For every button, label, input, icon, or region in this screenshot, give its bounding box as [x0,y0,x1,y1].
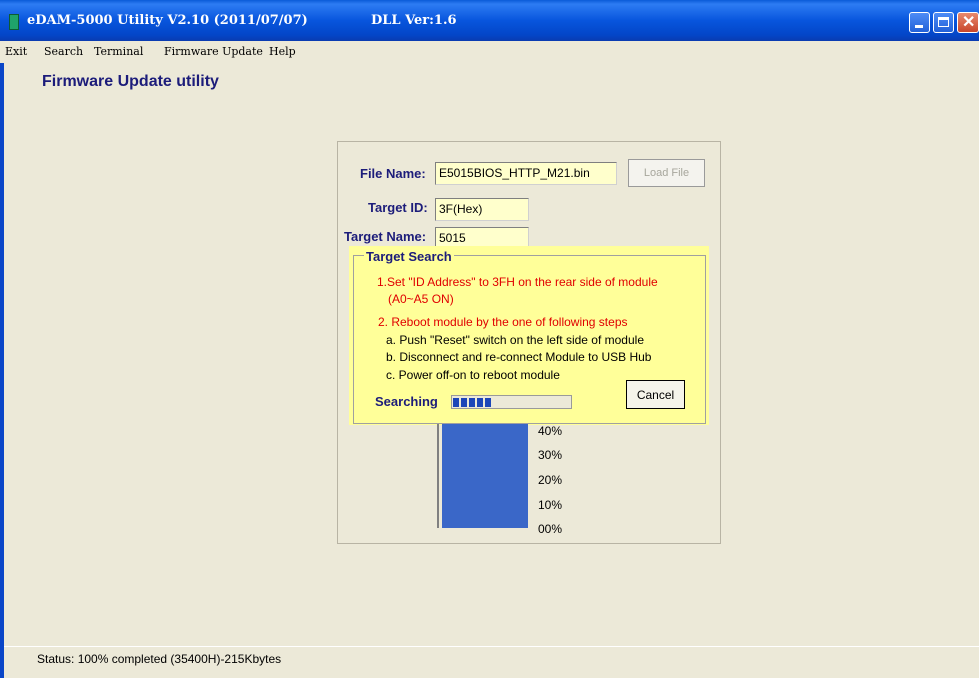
searching-block [469,398,475,407]
instruction-step-a: a. Push "Reset" switch on the left side … [386,333,644,347]
status-text: Status: 100% completed (35400H)-215Kbyte… [37,652,282,666]
load-file-button[interactable]: Load File [628,159,705,187]
target-id-label: Target ID: [368,200,428,215]
progress-label-20: 20% [538,473,563,487]
window-title: eDAM-5000 Utility V2.10 (2011/07/07) [27,13,308,28]
title-bar: eDAM-5000 Utility V2.10 (2011/07/07) DLL… [0,0,979,41]
instruction-line-2: 2. Reboot module by the one of following… [378,315,628,329]
minimize-icon [915,25,923,28]
progress-label-00: 00% [538,522,563,536]
menu-exit[interactable]: Exit [5,45,27,58]
close-button[interactable]: ✕ [957,12,979,33]
searching-label: Searching [375,394,438,409]
dll-version: DLL Ver:1.6 [371,13,457,28]
target-name-label: Target Name: [344,229,427,244]
target-search-title: Target Search [364,249,454,264]
target-id-field[interactable]: 3F(Hex) [435,198,529,221]
cancel-button[interactable]: Cancel [626,380,685,409]
instruction-step-c: c. Power off-on to reboot module [386,368,560,382]
app-icon [9,14,19,30]
progress-label-40: 40% [538,424,563,438]
instruction-line-1b: (A0~A5 ON) [388,292,454,306]
searching-progress-fill [453,398,493,407]
menu-search[interactable]: Search [44,45,83,58]
searching-block [453,398,459,407]
update-progress-bar [442,424,528,528]
menu-help[interactable]: Help [269,45,296,58]
progress-label-30: 30% [538,448,563,462]
file-name-field[interactable]: E5015BIOS_HTTP_M21.bin [435,162,617,185]
instruction-line-1: 1.Set "ID Address" to 3FH on the rear si… [377,275,658,289]
target-name-field[interactable]: 5015 [435,227,529,247]
searching-block [485,398,491,407]
page-title: Firmware Update utility [42,73,219,90]
searching-block [461,398,467,407]
instruction-step-b: b. Disconnect and re-connect Module to U… [386,350,652,364]
searching-block [477,398,483,407]
menu-terminal[interactable]: Terminal [94,45,143,58]
close-icon: ✕ [962,14,976,31]
minimize-button[interactable] [909,12,930,33]
maximize-icon [938,17,949,27]
file-name-label: File Name: [360,166,426,181]
menu-firmware-update[interactable]: Firmware Update [164,45,263,58]
progress-label-10: 10% [538,498,563,512]
maximize-button[interactable] [933,12,954,33]
menu-bar: Exit Search Terminal Firmware Update Hel… [0,41,979,63]
